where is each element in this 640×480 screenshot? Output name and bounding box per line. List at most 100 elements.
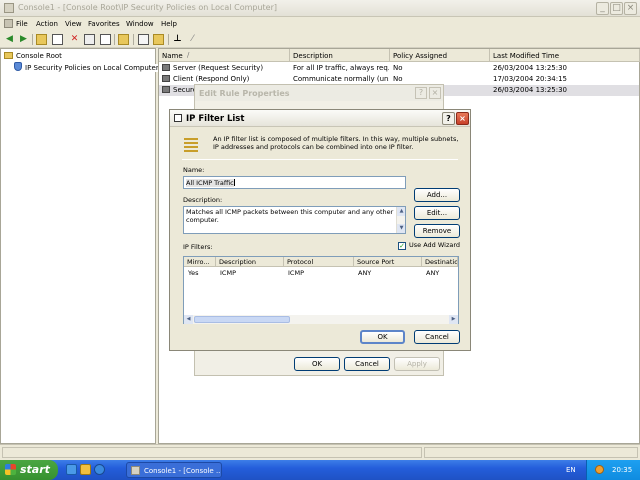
filter-list-icon bbox=[184, 138, 198, 152]
grid-header-destination[interactable]: Destination bbox=[422, 257, 458, 267]
column-header-last-modified[interactable]: Last Modified Time bbox=[490, 49, 640, 62]
edit-rule-close-button[interactable]: × bbox=[429, 87, 441, 99]
ip-filter-titlebar[interactable]: IP Filter List ? × bbox=[170, 110, 470, 127]
assign-policy-icon[interactable]: ⊥ bbox=[172, 34, 183, 45]
close-dialog-button[interactable]: × bbox=[456, 112, 469, 125]
show-hide-tree-icon[interactable] bbox=[52, 34, 63, 45]
checkbox-check-icon: ✓ bbox=[398, 242, 406, 250]
add-filter-button[interactable]: Add... bbox=[414, 188, 460, 202]
toolbar-separator bbox=[168, 34, 169, 45]
properties-icon[interactable] bbox=[84, 34, 95, 45]
unassign-policy-icon[interactable]: ⁄ bbox=[187, 34, 198, 45]
policy-description: For all IP traffic, always req... bbox=[293, 64, 389, 72]
tree-item-label: IP Security Policies on Local Computer bbox=[25, 64, 159, 72]
start-button[interactable]: start bbox=[0, 460, 58, 480]
internet-explorer-icon[interactable] bbox=[94, 464, 105, 475]
policy-assigned: No bbox=[393, 75, 403, 83]
menu-help[interactable]: Help bbox=[161, 20, 177, 28]
edit-rule-help-button[interactable]: ? bbox=[415, 87, 427, 99]
toolbar-separator bbox=[32, 34, 33, 45]
grid-horizontal-scrollbar[interactable]: ◀ ▶ bbox=[184, 315, 458, 324]
scroll-left-icon[interactable]: ◀ bbox=[184, 315, 193, 324]
tree-item-ip-security-policies[interactable]: IP Security Policies on Local Computer bbox=[14, 62, 159, 72]
edit-rule-apply-button[interactable]: Apply bbox=[394, 357, 440, 371]
forward-icon[interactable]: ▶ bbox=[18, 34, 29, 45]
ip-filters-grid[interactable]: Mirro... Description Protocol Source Por… bbox=[183, 256, 459, 324]
dialog-icon bbox=[174, 114, 182, 122]
console-tree-pane[interactable]: Console Root IP Security Policies on Loc… bbox=[0, 48, 159, 444]
minimize-button[interactable]: _ bbox=[596, 2, 609, 15]
scroll-down-icon[interactable]: ▼ bbox=[397, 224, 405, 233]
scroll-right-icon[interactable]: ▶ bbox=[449, 315, 458, 324]
name-input[interactable]: All ICMP Traffic bbox=[183, 176, 406, 189]
use-add-wizard-label: Use Add Wizard bbox=[409, 241, 461, 249]
folder-icon bbox=[4, 52, 13, 59]
export-list-icon[interactable] bbox=[118, 34, 129, 45]
grid-header-mirrored[interactable]: Mirro... bbox=[184, 257, 216, 267]
toolbar: ◀ ▶ ✕ ⊥ ⁄ bbox=[0, 31, 640, 48]
grid-header-protocol[interactable]: Protocol bbox=[284, 257, 354, 267]
column-header-description[interactable]: Description bbox=[290, 49, 390, 62]
console-app-icon bbox=[4, 3, 14, 13]
clock[interactable]: 20:35 bbox=[612, 466, 632, 474]
windows-logo-icon bbox=[5, 464, 16, 475]
policy-name: Client (Respond Only) bbox=[173, 75, 250, 83]
edit-rule-cancel-button[interactable]: Cancel bbox=[344, 357, 390, 371]
column-label: Name bbox=[162, 52, 183, 60]
grid-header-source-port[interactable]: Source Port bbox=[354, 257, 422, 267]
use-add-wizard-checkbox[interactable]: ✓ Use Add Wizard bbox=[398, 241, 460, 250]
scroll-thumb[interactable] bbox=[194, 316, 290, 323]
tree-item-console-root[interactable]: Console Root bbox=[4, 52, 62, 60]
close-button[interactable]: × bbox=[624, 2, 637, 15]
ip-security-icon bbox=[14, 62, 22, 71]
menu-view[interactable]: View bbox=[65, 20, 82, 28]
cancel-button[interactable]: Cancel bbox=[414, 330, 460, 344]
up-one-level-icon[interactable] bbox=[36, 34, 47, 45]
help-button[interactable]: ? bbox=[442, 112, 455, 125]
menu-file[interactable]: File bbox=[16, 20, 28, 28]
remove-filter-button[interactable]: Remove bbox=[414, 224, 460, 238]
description-textarea[interactable]: Matches all ICMP packets between this co… bbox=[183, 206, 406, 234]
column-header-name[interactable]: Name / bbox=[159, 49, 290, 62]
menubar: File Action View Favorites Window Help bbox=[0, 17, 640, 31]
cell-source-port: ANY bbox=[358, 269, 372, 277]
menu-window[interactable]: Window bbox=[126, 20, 154, 28]
menu-favorites[interactable]: Favorites bbox=[88, 20, 120, 28]
taskbar-console-button[interactable]: Console1 - [Console ... bbox=[126, 462, 222, 478]
toolbar-separator bbox=[133, 34, 134, 45]
create-policy-icon[interactable] bbox=[153, 34, 164, 45]
description-label: Description: bbox=[183, 196, 223, 204]
policy-row[interactable]: Server (Request Security) For all IP tra… bbox=[159, 63, 639, 74]
start-label: start bbox=[20, 463, 50, 476]
edit-rule-titlebar[interactable]: Edit Rule Properties ? × bbox=[195, 85, 443, 101]
refresh-icon[interactable] bbox=[100, 34, 111, 45]
ip-filter-title: IP Filter List bbox=[186, 114, 245, 124]
show-desktop-icon[interactable] bbox=[66, 464, 77, 475]
delete-icon[interactable]: ✕ bbox=[69, 34, 80, 45]
edit-rule-ok-button[interactable]: OK bbox=[294, 357, 340, 371]
windows-explorer-icon[interactable] bbox=[80, 464, 91, 475]
cell-destination: ANY bbox=[426, 269, 440, 277]
description-scrollbar[interactable]: ▲ ▼ bbox=[396, 207, 405, 233]
status-cell bbox=[424, 447, 638, 458]
scroll-up-icon[interactable]: ▲ bbox=[397, 207, 405, 216]
status-cell bbox=[2, 447, 422, 458]
menu-action[interactable]: Action bbox=[36, 20, 58, 28]
console-app-icon bbox=[131, 466, 140, 475]
back-icon[interactable]: ◀ bbox=[4, 34, 15, 45]
window-titlebar[interactable]: Console1 - [Console Root\IP Security Pol… bbox=[0, 0, 640, 17]
ip-filter-list-dialog[interactable]: IP Filter List ? × An IP filter list is … bbox=[169, 109, 471, 351]
policy-modified: 26/03/2004 13:25:30 bbox=[493, 64, 568, 72]
language-indicator[interactable]: EN bbox=[566, 466, 576, 474]
network-tray-icon[interactable] bbox=[595, 465, 604, 474]
policy-assigned: No bbox=[393, 64, 403, 72]
policy-name: Server (Request Security) bbox=[173, 64, 264, 72]
edit-filter-button[interactable]: Edit... bbox=[414, 206, 460, 220]
maximize-button[interactable]: □ bbox=[610, 2, 623, 15]
manage-filters-icon[interactable] bbox=[138, 34, 149, 45]
mmc-menu-icon[interactable] bbox=[4, 19, 13, 28]
column-header-policy-assigned[interactable]: Policy Assigned bbox=[390, 49, 490, 62]
policy-modified: 26/03/2004 13:25:30 bbox=[493, 86, 568, 94]
ok-button[interactable]: OK bbox=[360, 330, 405, 344]
grid-header-description[interactable]: Description bbox=[216, 257, 284, 267]
